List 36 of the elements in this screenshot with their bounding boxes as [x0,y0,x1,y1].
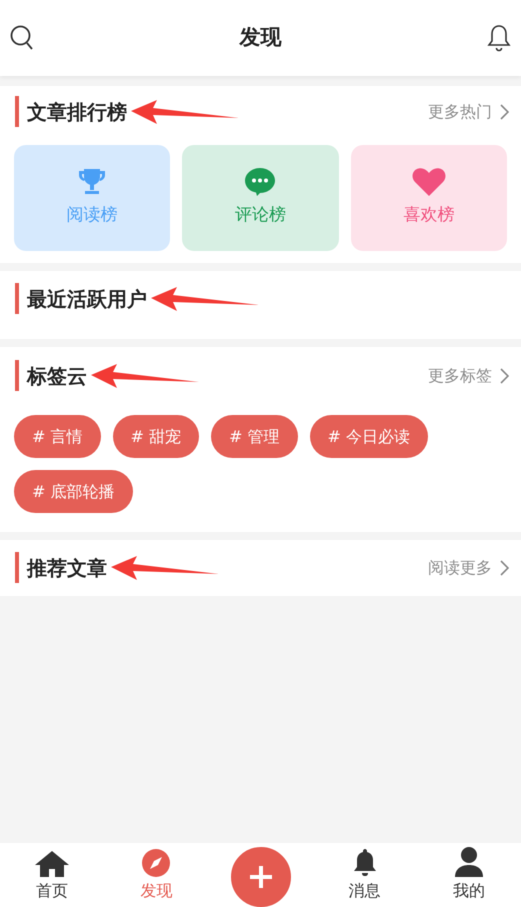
section-title: 推荐文章 [27,554,107,582]
chevron-right-icon [500,560,509,576]
section-title: 标签云 [27,362,87,390]
plus-icon [248,865,272,889]
tab-item[interactable]: 消息 [312,843,417,907]
section-title: 文章排行榜 [27,98,127,126]
section-accent-bar [15,283,19,314]
search-icon[interactable] [10,25,34,51]
chat-bubble-icon [244,167,276,198]
section-accent-bar [15,552,19,583]
tab-item[interactable]: 发现 [104,843,208,907]
ranking-card[interactable]: 喜欢榜 [350,145,507,251]
chevron-right-icon [500,104,509,120]
section-accent-bar [15,96,19,127]
more-link[interactable]: 更多热门 [428,100,509,124]
home-icon [35,851,70,877]
tab-item[interactable]: 首页 [0,843,104,907]
person-icon [454,847,483,877]
bell-icon [352,849,377,877]
tag-chip[interactable]: # 今日必读 [310,415,428,458]
tag-chip[interactable]: # 管理 [211,415,298,458]
section-accent-bar [15,360,19,391]
heart-icon [412,167,446,198]
chevron-right-icon [500,368,509,384]
section-title: 最近活跃用户 [27,286,147,312]
more-link[interactable]: 更多标签 [428,364,509,388]
tag-chip[interactable]: # 言情 [14,415,100,458]
ranking-card[interactable]: 评论榜 [182,145,339,251]
notification-bell-icon[interactable] [487,24,511,52]
tab-item[interactable]: 我的 [416,843,521,907]
page-title: 发现 [240,24,282,52]
compass-icon [142,849,170,877]
tag-chip[interactable]: # 底部轮播 [14,470,132,513]
tag-chip[interactable]: # 甜宠 [112,415,199,458]
more-link[interactable]: 阅读更多 [428,556,509,580]
ranking-card[interactable]: 阅读榜 [14,145,170,251]
